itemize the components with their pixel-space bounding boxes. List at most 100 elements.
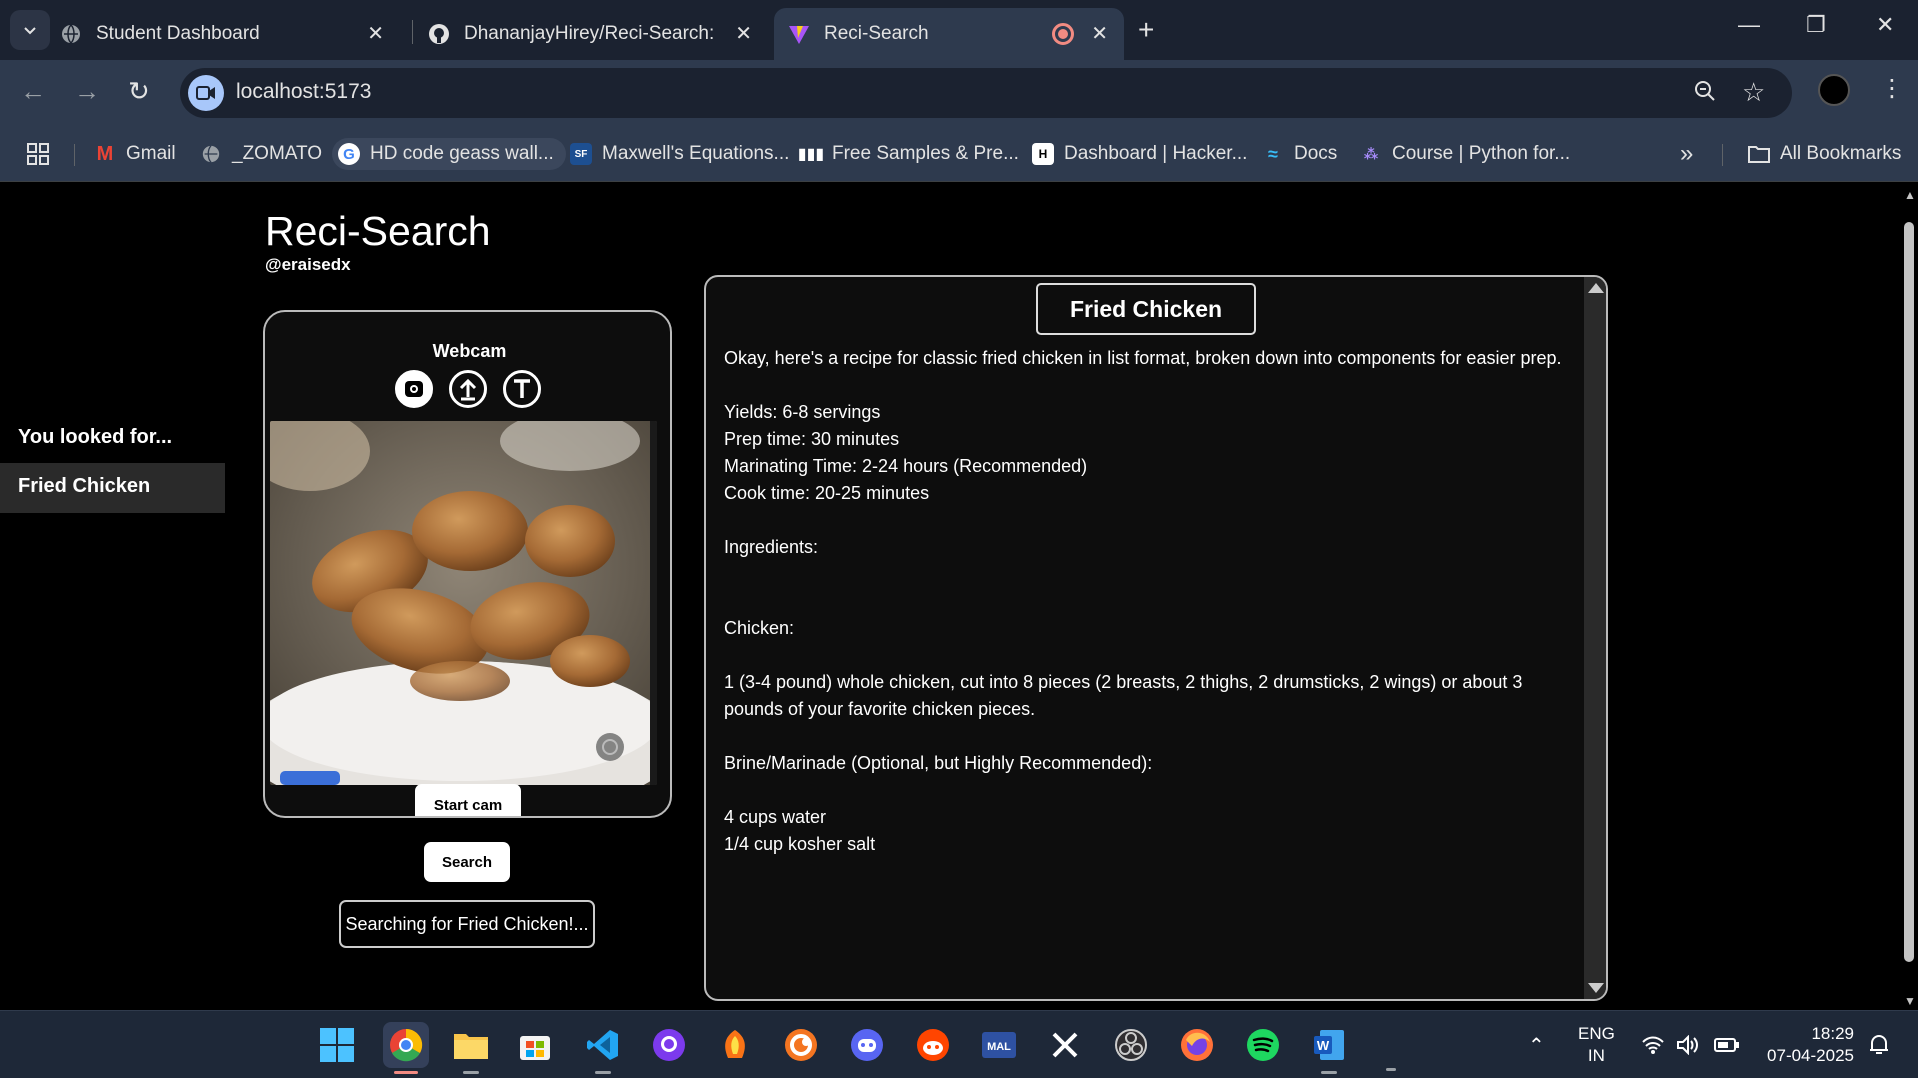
app-page: Reci-Search @eraisedx You looked for... … bbox=[0, 182, 1900, 1010]
webcam-feed bbox=[270, 421, 657, 785]
battery-icon[interactable] bbox=[1714, 1011, 1740, 1078]
globe-icon bbox=[200, 143, 222, 165]
clock-date: 07-04-2025 bbox=[1767, 1046, 1854, 1065]
upload-icon[interactable] bbox=[449, 370, 487, 408]
firefox-icon bbox=[1181, 1029, 1213, 1061]
volume-icon[interactable] bbox=[1676, 1011, 1700, 1078]
bookmarks-overflow-button[interactable]: » bbox=[1680, 138, 1693, 170]
address-bar[interactable]: localhost:5173 ☆ bbox=[180, 68, 1792, 118]
scroll-up-arrow-icon[interactable]: ▲ bbox=[1904, 188, 1916, 202]
bookmark-code-geass[interactable]: G HD code geass wall... bbox=[332, 138, 566, 170]
search-button[interactable]: Search bbox=[424, 842, 510, 882]
all-bookmarks-button[interactable]: All Bookmarks bbox=[1748, 138, 1901, 170]
system-clock[interactable]: 18:29 07-04-2025 bbox=[1762, 1023, 1854, 1067]
bookmark-gmail[interactable]: M Gmail bbox=[94, 138, 176, 170]
taskbar-vscode[interactable] bbox=[580, 1022, 626, 1074]
minimize-button[interactable]: — bbox=[1738, 12, 1760, 38]
text-input-icon[interactable] bbox=[503, 370, 541, 408]
page-scrollbar[interactable]: ▲ ▼ bbox=[1900, 182, 1918, 1010]
show-hidden-icons-button[interactable]: ⌃ bbox=[1528, 1011, 1545, 1078]
bookmark-hackerrank[interactable]: H Dashboard | Hacker... bbox=[1032, 138, 1247, 170]
taskbar-word[interactable]: W bbox=[1306, 1022, 1352, 1074]
bookmark-label: All Bookmarks bbox=[1780, 143, 1902, 164]
brine-item: 1/4 cup kosher salt bbox=[724, 834, 876, 854]
github-icon bbox=[428, 23, 450, 45]
taskbar-chrome[interactable] bbox=[383, 1022, 429, 1074]
notifications-icon[interactable] bbox=[1868, 1011, 1890, 1078]
star-icon[interactable]: ☆ bbox=[1742, 77, 1765, 108]
close-window-button[interactable]: ✕ bbox=[1876, 12, 1894, 38]
folder-icon bbox=[1748, 143, 1770, 165]
close-icon[interactable]: ✕ bbox=[735, 21, 752, 46]
globe-icon bbox=[60, 23, 82, 45]
taskbar-crunchyroll[interactable] bbox=[778, 1022, 824, 1068]
bookmark-zomato[interactable]: _ZOMATO bbox=[200, 138, 322, 170]
scroll-down-arrow-icon[interactable]: ▼ bbox=[1904, 994, 1916, 1008]
fl-studio-icon bbox=[725, 1030, 745, 1058]
recipe-yields: Yields: 6-8 servings bbox=[724, 402, 881, 422]
back-button[interactable]: ← bbox=[20, 76, 46, 107]
chicken-heading: Chicken: bbox=[724, 618, 795, 638]
input-mode-toolbar bbox=[395, 370, 541, 408]
scroll-up-arrow-icon[interactable] bbox=[1588, 283, 1604, 293]
bookmark-python-course[interactable]: ⁂ Course | Python for... bbox=[1360, 138, 1570, 170]
bookmark-docs[interactable]: ≈ Docs bbox=[1262, 138, 1337, 170]
scrollbar-thumb[interactable] bbox=[1904, 222, 1914, 962]
bookmark-free-samples[interactable]: ▮▮▮ Free Samples & Pre... bbox=[797, 138, 1019, 170]
recipe-scrollbar[interactable] bbox=[1584, 277, 1606, 999]
taskbar-reddit[interactable] bbox=[910, 1022, 956, 1068]
recipe-title: Fried Chicken bbox=[1036, 283, 1256, 335]
tab-reci-search[interactable]: Reci-Search ✕ bbox=[774, 8, 1124, 60]
tab-divider bbox=[412, 20, 413, 44]
forward-button[interactable]: → bbox=[74, 76, 100, 107]
history-item[interactable]: Fried Chicken bbox=[0, 463, 225, 513]
tab-github-repo[interactable]: DhananjayHirey/Reci-Search: A ✕ bbox=[428, 8, 768, 60]
profile-avatar[interactable] bbox=[1818, 74, 1850, 106]
recipe-prep-time: Prep time: 30 minutes bbox=[724, 429, 900, 449]
apps-grid-icon[interactable] bbox=[26, 138, 50, 170]
bookmark-maxwell[interactable]: SF Maxwell's Equations... bbox=[570, 138, 789, 170]
taskbar-myanimelist[interactable]: MAL bbox=[976, 1022, 1022, 1068]
reload-button[interactable]: ↻ bbox=[128, 76, 150, 107]
close-icon[interactable]: ✕ bbox=[1091, 21, 1108, 46]
taskbar-spotify[interactable] bbox=[1240, 1022, 1286, 1068]
folder-icon bbox=[454, 1034, 488, 1059]
taskbar-store[interactable] bbox=[512, 1022, 558, 1068]
taskbar-file-explorer[interactable] bbox=[448, 1022, 494, 1074]
start-button[interactable] bbox=[314, 1022, 360, 1068]
taskbar-github-desktop[interactable] bbox=[646, 1022, 692, 1068]
tab-student-dashboard[interactable]: Student Dashboard ✕ bbox=[60, 8, 400, 60]
taskbar-firefox[interactable] bbox=[1174, 1022, 1220, 1068]
clock-time: 18:29 bbox=[1811, 1024, 1854, 1043]
myanimelist-icon: MAL bbox=[982, 1032, 1016, 1058]
taskbar-fl-studio[interactable] bbox=[712, 1022, 758, 1068]
brine-heading: Brine/Marinade (Optional, but Highly Rec… bbox=[724, 753, 1153, 773]
scroll-down-arrow-icon[interactable] bbox=[1588, 983, 1604, 993]
camera-icon[interactable] bbox=[395, 370, 433, 408]
taskbar-discord[interactable] bbox=[844, 1022, 890, 1068]
fried-chicken-image bbox=[270, 421, 657, 785]
start-cam-button[interactable]: Start cam bbox=[415, 784, 521, 816]
taskbar-x[interactable] bbox=[1042, 1022, 1088, 1068]
menu-icon[interactable]: ⋮ bbox=[1880, 74, 1904, 103]
tab-title: DhananjayHirey/Reci-Search: A bbox=[464, 23, 714, 44]
bars-icon: ▮▮▮ bbox=[797, 146, 825, 163]
wifi-icon[interactable] bbox=[1642, 1011, 1664, 1078]
close-icon[interactable]: ✕ bbox=[367, 21, 384, 46]
restore-button[interactable]: ❐ bbox=[1806, 12, 1826, 38]
bookmark-label: Maxwell's Equations... bbox=[602, 143, 790, 164]
divider bbox=[74, 144, 75, 166]
discord-icon bbox=[851, 1029, 883, 1061]
language-indicator[interactable]: ENG IN bbox=[1578, 1023, 1615, 1067]
taskbar-obs[interactable] bbox=[1108, 1022, 1154, 1068]
recording-icon bbox=[1052, 23, 1074, 45]
recipe-marinate-time: Marinating Time: 2-24 hours (Recommended… bbox=[724, 456, 1088, 476]
tab-search-button[interactable] bbox=[10, 10, 50, 50]
browser-toolbar: ← → ↻ localhost:5173 ☆ ⋮ bbox=[0, 60, 1918, 126]
recipe-body: Okay, here's a recipe for classic fried … bbox=[724, 345, 1584, 858]
bookmark-label: HD code geass wall... bbox=[370, 143, 554, 164]
zoom-icon[interactable] bbox=[1694, 80, 1716, 108]
gmail-icon: M bbox=[96, 142, 114, 165]
camera-in-use-icon[interactable] bbox=[188, 75, 224, 111]
new-tab-button[interactable]: + bbox=[1138, 14, 1154, 46]
